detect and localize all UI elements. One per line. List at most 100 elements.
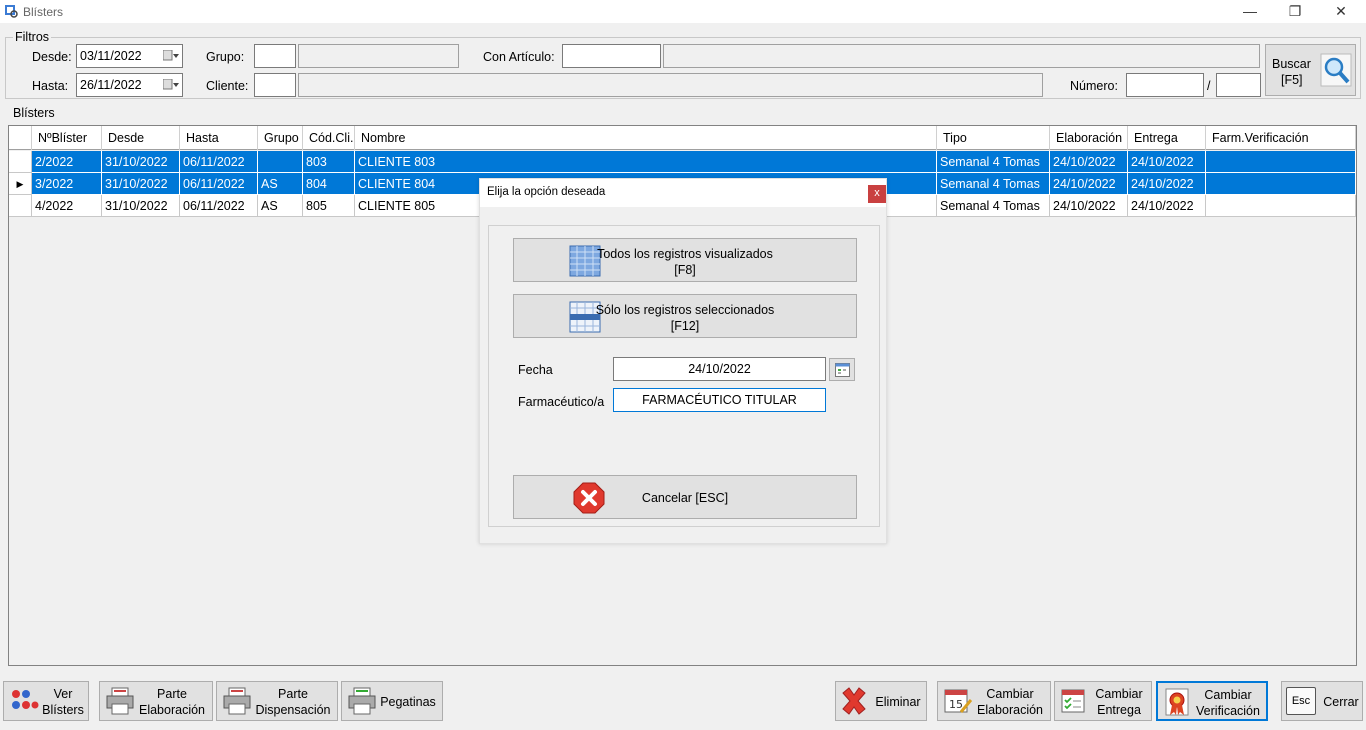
hasta-date-value: 26/11/2022 (80, 78, 142, 92)
articulo-code-input[interactable] (562, 44, 661, 68)
cell-num: 2/2022 (32, 151, 102, 173)
cambiar-entrega-button[interactable]: Cambiar Entrega (1054, 681, 1152, 721)
solo-seleccionados-button[interactable]: Sólo los registros seleccionados [F12] (513, 294, 857, 338)
cell-entrega: 24/10/2022 (1128, 173, 1206, 195)
calendar-day-text: 15 (949, 698, 963, 711)
cell-hasta: 06/11/2022 (180, 173, 258, 195)
numero-separator: / (1207, 79, 1211, 93)
eliminar-button[interactable]: Eliminar (835, 681, 927, 721)
cell-elaboracion: 24/10/2022 (1050, 173, 1128, 195)
delete-x-icon (842, 687, 866, 715)
parte-dispensacion-line2: Dispensación (255, 703, 331, 717)
column-header[interactable]: Nombre (355, 126, 937, 150)
solo-seleccionados-shortcut: [F12] (670, 319, 700, 333)
column-header[interactable]: Tipo (937, 126, 1050, 150)
cambiar-verificacion-button[interactable]: Cambiar Verificación (1156, 681, 1268, 721)
cell-cod: 803 (303, 151, 355, 173)
column-header[interactable]: Cód.Cli. (303, 126, 355, 150)
solo-seleccionados-label: Sólo los registros seleccionados (595, 303, 775, 317)
todos-registros-label: Todos los registros visualizados (597, 247, 773, 261)
buscar-button[interactable]: Buscar [F5] (1265, 44, 1356, 96)
cell-tipo: Semanal 4 Tomas (937, 173, 1050, 195)
cell-grupo (258, 151, 303, 173)
row-indicator[interactable] (9, 151, 32, 173)
cambiar-entrega-line2: Entrega (1097, 703, 1141, 717)
maximize-button[interactable]: ❐ (1272, 0, 1318, 23)
grupo-label: Grupo: (206, 50, 245, 64)
column-header[interactable]: Hasta (180, 126, 258, 150)
fecha-label: Fecha (518, 363, 553, 377)
current-row-marker[interactable]: ▶ (9, 173, 32, 195)
esc-key-icon: Esc (1286, 687, 1316, 715)
cell-desde: 31/10/2022 (102, 173, 180, 195)
pegatinas-button[interactable]: Pegatinas (341, 681, 443, 721)
column-header[interactable]: Elaboración (1050, 126, 1128, 150)
ver-blisters-line1: Ver (53, 687, 73, 701)
minimize-button[interactable]: — (1227, 0, 1273, 23)
fecha-calendar-button[interactable] (829, 358, 855, 381)
cell-hasta: 06/11/2022 (180, 195, 258, 217)
cell-desde: 31/10/2022 (102, 195, 180, 217)
articulo-name-field (663, 44, 1260, 68)
buscar-label: Buscar (1272, 57, 1311, 71)
cell-tipo: Semanal 4 Tomas (937, 151, 1050, 173)
dialog-title: Elija la opción deseada (487, 186, 606, 198)
articulo-label: Con Artículo: (483, 50, 555, 64)
cliente-label: Cliente: (206, 79, 249, 93)
numero-input[interactable] (1126, 73, 1204, 97)
cambiar-verificacion-line2: Verificación (1196, 704, 1260, 718)
cell-cod: 805 (303, 195, 355, 217)
cell-cod: 804 (303, 173, 355, 195)
cambiar-elaboracion-button[interactable]: 15 Cambiar Elaboración (937, 681, 1051, 721)
todos-registros-button[interactable]: Todos los registros visualizados [F8] (513, 238, 857, 282)
column-header[interactable]: Desde (102, 126, 180, 150)
dialog-close-button[interactable]: x (868, 185, 886, 203)
cell-grupo: AS (258, 195, 303, 217)
calendar-dropdown-icon[interactable] (163, 50, 179, 62)
desde-label: Desde: (32, 50, 72, 64)
parte-elaboracion-line2: Elaboración (138, 703, 205, 717)
column-header[interactable]: NºBlíster (32, 126, 102, 150)
cerrar-label: Cerrar (1323, 695, 1359, 709)
grupo-name-field (298, 44, 459, 68)
blisters-group-label: Blísters (13, 106, 55, 120)
printer-icon (348, 687, 376, 715)
cell-farm (1206, 195, 1356, 217)
options-dialog: Elija la opción deseada x Todos los regi… (479, 178, 887, 544)
parte-dispensacion-button[interactable]: Parte Dispensación (216, 681, 338, 721)
parte-elaboracion-button[interactable]: Parte Elaboración (99, 681, 213, 721)
table-row[interactable]: 2/2022 31/10/2022 06/11/2022 803 CLIENTE… (9, 151, 1356, 173)
cell-desde: 31/10/2022 (102, 151, 180, 173)
calendar-edit-icon: 15 (944, 689, 973, 713)
farmaceutico-label: Farmacéutico/a (518, 395, 605, 409)
column-header[interactable]: Farm.Verificación (1206, 126, 1356, 150)
fecha-input[interactable]: 24/10/2022 (613, 357, 826, 381)
ver-blisters-button[interactable]: Ver Blísters (3, 681, 89, 721)
parte-dispensacion-line1: Parte (278, 687, 308, 701)
cancelar-label: Cancelar [ESC] (641, 491, 729, 505)
farmaceutico-input[interactable]: FARMACÉUTICO TITULAR (613, 388, 826, 412)
cell-farm (1206, 173, 1356, 195)
close-window-button[interactable]: ✕ (1318, 0, 1364, 23)
calendar-check-icon (1061, 689, 1085, 713)
cerrar-button[interactable]: Esc Cerrar (1281, 681, 1363, 721)
cell-tipo: Semanal 4 Tomas (937, 195, 1050, 217)
cliente-code-input[interactable] (254, 73, 296, 97)
column-header[interactable]: Grupo (258, 126, 303, 150)
grupo-code-input[interactable] (254, 44, 296, 68)
row-indicator[interactable] (9, 195, 32, 217)
table-header: NºBlíster Desde Hasta Grupo Cód.Cli. Nom… (9, 126, 1356, 150)
cell-num: 3/2022 (32, 173, 102, 195)
numero-year-input[interactable] (1216, 73, 1261, 97)
cancelar-button[interactable]: Cancelar [ESC] (513, 475, 857, 519)
cell-farm (1206, 151, 1356, 173)
printer-icon (106, 687, 134, 715)
desde-date-field[interactable]: 03/11/2022 (76, 44, 183, 68)
calendar-dropdown-icon[interactable] (163, 79, 179, 91)
hasta-date-field[interactable]: 26/11/2022 (76, 73, 183, 97)
eliminar-label: Eliminar (875, 695, 921, 709)
column-header[interactable]: Entrega (1128, 126, 1206, 150)
cambiar-entrega-line1: Cambiar (1095, 687, 1143, 701)
hasta-label: Hasta: (32, 79, 69, 93)
cliente-name-field (298, 73, 1043, 97)
